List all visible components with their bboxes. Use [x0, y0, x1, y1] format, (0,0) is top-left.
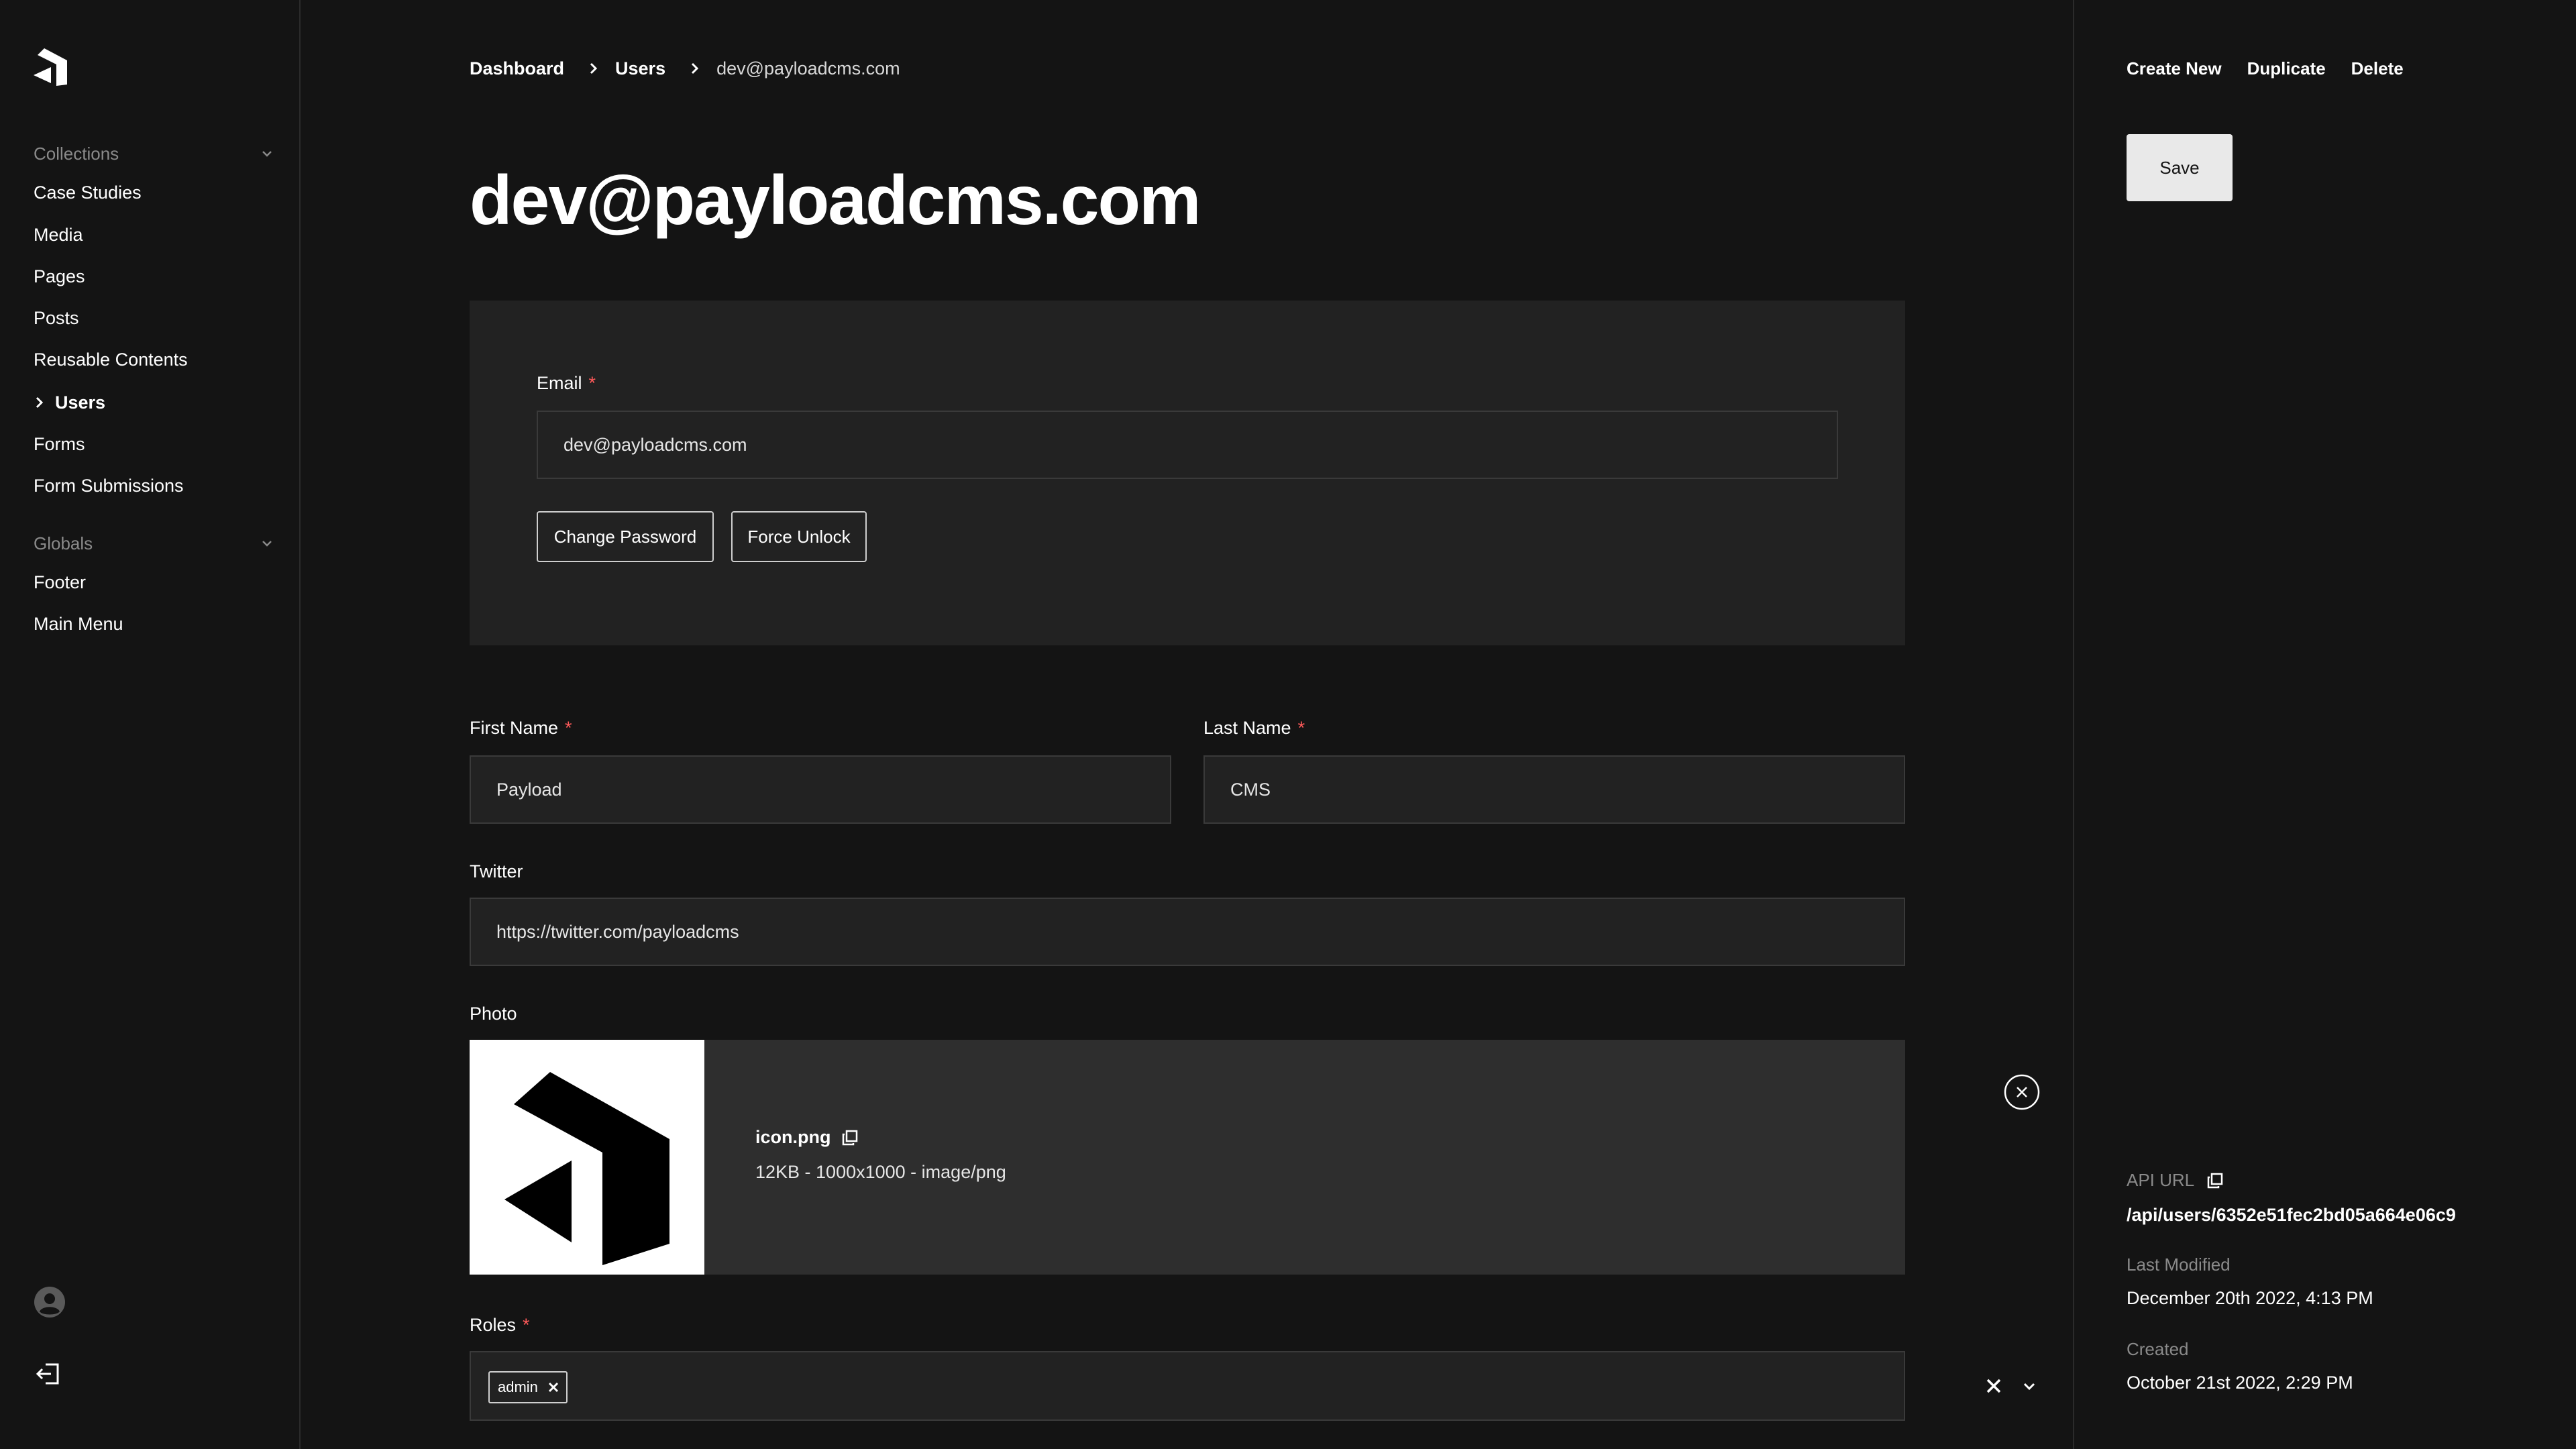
first-name-value: Payload	[496, 779, 562, 800]
copy-icon[interactable]	[2206, 1172, 2224, 1189]
first-name-field[interactable]: Payload	[470, 755, 1171, 824]
change-password-button[interactable]: Change Password	[537, 511, 714, 562]
required-marker: *	[565, 718, 572, 738]
sidebar-item-forms[interactable]: Forms	[34, 431, 85, 458]
photo-meta: 12KB - 1000x1000 - image/png	[755, 1162, 1006, 1182]
collections-title: Collections	[34, 143, 119, 164]
photo-filename-text[interactable]: icon.png	[755, 1127, 830, 1148]
sidebar-item-label: Forms	[34, 433, 85, 454]
sidebar-item-label: Main Menu	[34, 613, 123, 634]
document-sidebar: Create New Duplicate Delete Save API URL…	[2073, 0, 2576, 1449]
required-marker: *	[1297, 718, 1305, 738]
force-unlock-button[interactable]: Force Unlock	[731, 511, 867, 562]
account-avatar-icon[interactable]	[34, 1286, 66, 1318]
sidebar-item-posts[interactable]: Posts	[34, 305, 79, 331]
sidebar-item-label: Case Studies	[34, 182, 142, 203]
remove-photo-icon[interactable]	[2003, 1073, 2041, 1111]
page-title: dev@payloadcms.com	[470, 162, 1201, 239]
last-name-value: CMS	[1230, 779, 1271, 800]
roles-label: Roles *	[470, 1315, 530, 1336]
api-url-label-text: API URL	[2127, 1170, 2195, 1190]
photo-upload: icon.png 12KB - 1000x1000 - image/png	[470, 1040, 2040, 1275]
first-name-label-text: First Name	[470, 718, 559, 738]
sidebar-item-label: Form Submissions	[34, 475, 184, 496]
last-name-label-text: Last Name	[1203, 718, 1291, 738]
document-controls: Create New Duplicate Delete	[2127, 55, 2429, 82]
role-tag-label: admin	[498, 1379, 538, 1395]
twitter-label: Twitter	[470, 861, 523, 881]
breadcrumb: Dashboard Users dev@payloadcms.com	[470, 55, 900, 82]
payload-logo-icon	[504, 1072, 669, 1265]
sidebar-item-label: Pages	[34, 266, 85, 286]
role-tag-admin: admin	[488, 1371, 568, 1403]
api-url-label: API URL	[2127, 1170, 2224, 1191]
clear-selection-icon[interactable]	[1984, 1377, 2003, 1395]
globals-title: Globals	[34, 533, 93, 553]
chevron-down-icon	[262, 151, 272, 157]
sidebar-item-users[interactable]: Users	[34, 389, 105, 416]
required-marker: *	[523, 1315, 530, 1335]
sidebar-item-media[interactable]: Media	[34, 221, 83, 248]
chevron-right-icon	[692, 62, 699, 74]
last-name-field[interactable]: CMS	[1203, 755, 1905, 824]
chevron-down-icon[interactable]	[2021, 1378, 2038, 1395]
sidebar-item-footer[interactable]: Footer	[34, 569, 86, 596]
sidebar-item-label: Media	[34, 224, 83, 245]
main-content: Dashboard Users dev@payloadcms.com dev@p…	[301, 0, 2073, 1449]
sidebar-item-label: Users	[55, 392, 106, 413]
create-new-button[interactable]: Create New	[2127, 58, 2222, 79]
chevron-right-icon	[590, 62, 598, 74]
collections-group-toggle[interactable]: Collections	[34, 140, 275, 167]
last-name-label: Last Name *	[1203, 718, 1305, 739]
save-button[interactable]: Save	[2127, 134, 2233, 201]
roles-label-text: Roles	[470, 1315, 517, 1335]
photo-filename: icon.png	[755, 1127, 859, 1148]
payload-logo-icon[interactable]	[34, 48, 67, 86]
email-label-text: Email	[537, 373, 582, 393]
logout-icon[interactable]	[35, 1360, 62, 1387]
sidebar-item-case-studies[interactable]: Case Studies	[34, 179, 142, 206]
sidebar: Collections Case Studies Media Pages Pos…	[0, 0, 301, 1449]
email-field-value: dev@payloadcms.com	[564, 434, 747, 455]
created-value: October 21st 2022, 2:29 PM	[2127, 1373, 2353, 1393]
sidebar-item-pages[interactable]: Pages	[34, 263, 85, 290]
sidebar-item-reusable-contents[interactable]: Reusable Contents	[34, 346, 188, 373]
last-modified-value: December 20th 2022, 4:13 PM	[2127, 1288, 2373, 1308]
twitter-field[interactable]: https://twitter.com/payloadcms	[470, 898, 1905, 966]
required-marker: *	[588, 373, 596, 393]
chevron-down-icon	[262, 541, 272, 547]
sidebar-item-label: Reusable Contents	[34, 349, 188, 370]
chevron-right-icon	[36, 396, 44, 409]
sidebar-item-label: Posts	[34, 307, 79, 328]
breadcrumb-users[interactable]: Users	[615, 58, 665, 79]
email-field[interactable]: dev@payloadcms.com	[537, 411, 1838, 479]
created-label: Created	[2127, 1339, 2189, 1359]
roles-select[interactable]: admin	[470, 1351, 2035, 1421]
remove-tag-icon[interactable]	[547, 1381, 559, 1393]
duplicate-button[interactable]: Duplicate	[2247, 58, 2326, 79]
sidebar-item-label: Footer	[34, 572, 87, 592]
globals-group-toggle[interactable]: Globals	[34, 530, 275, 557]
photo-thumbnail[interactable]	[470, 1040, 704, 1275]
breadcrumb-current: dev@payloadcms.com	[716, 58, 900, 78]
api-url-link[interactable]: /api/users/6352e51fec2bd05a664e06c9	[2127, 1205, 2456, 1226]
copy-icon[interactable]	[841, 1129, 859, 1146]
breadcrumb-dashboard[interactable]: Dashboard	[470, 58, 564, 79]
sidebar-item-main-menu[interactable]: Main Menu	[34, 610, 123, 637]
sidebar-item-form-submissions[interactable]: Form Submissions	[34, 472, 184, 499]
photo-label: Photo	[470, 1004, 517, 1024]
delete-button[interactable]: Delete	[2351, 58, 2404, 79]
email-label: Email *	[537, 373, 596, 394]
twitter-value: https://twitter.com/payloadcms	[496, 921, 739, 942]
last-modified-label: Last Modified	[2127, 1254, 2231, 1275]
auth-fields-panel: Email * dev@payloadcms.com Change Passwor…	[470, 301, 1905, 645]
first-name-label: First Name *	[470, 718, 572, 739]
